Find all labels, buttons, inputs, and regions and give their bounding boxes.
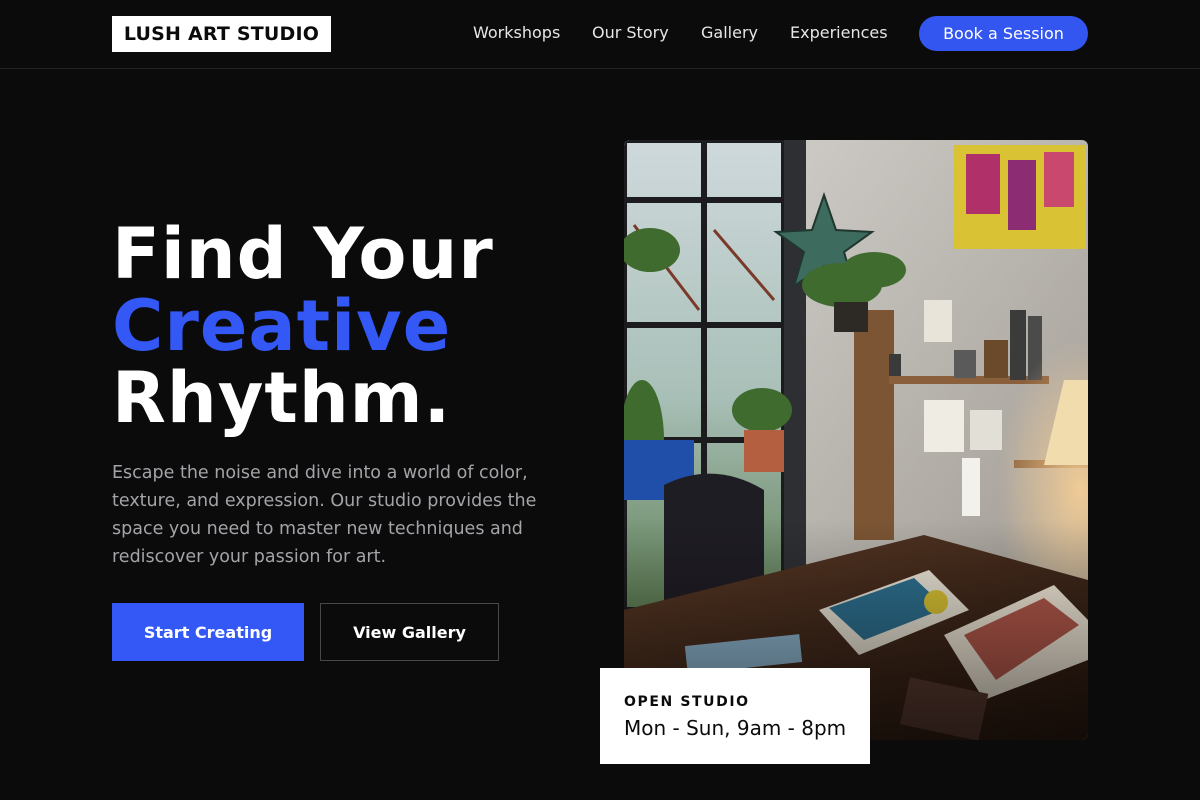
brand-logo[interactable]: LUSH ART STUDIO	[112, 16, 331, 52]
hero-description: Escape the noise and dive into a world o…	[112, 463, 537, 567]
hours-label: OPEN STUDIO	[624, 694, 750, 710]
headline-line-3: Rhythm.	[112, 357, 452, 439]
nav-link-workshops[interactable]: Workshops	[473, 23, 560, 43]
view-gallery-button[interactable]: View Gallery	[320, 603, 499, 661]
headline-line-2: Creative	[112, 285, 452, 367]
nav-link-experiences[interactable]: Experiences	[790, 23, 888, 43]
headline-line-1: Find Your	[112, 213, 494, 295]
site-header: LUSH ART STUDIO Workshops Our Story Gall…	[0, 0, 1200, 69]
nav-link-our-story[interactable]: Our Story	[592, 23, 669, 43]
nav-link-gallery[interactable]: Gallery	[701, 23, 758, 43]
studio-photo	[624, 140, 1088, 740]
book-session-button[interactable]: Book a Session	[919, 16, 1088, 51]
start-creating-button[interactable]: Start Creating	[112, 603, 304, 661]
studio-photo-illustration	[624, 140, 1088, 740]
hero-headline: Find Your Creative Rhythm.	[112, 218, 582, 434]
hours-value: Mon - Sun, 9am - 8pm	[624, 716, 847, 740]
studio-hours-card: OPEN STUDIO Mon - Sun, 9am - 8pm	[600, 668, 870, 764]
